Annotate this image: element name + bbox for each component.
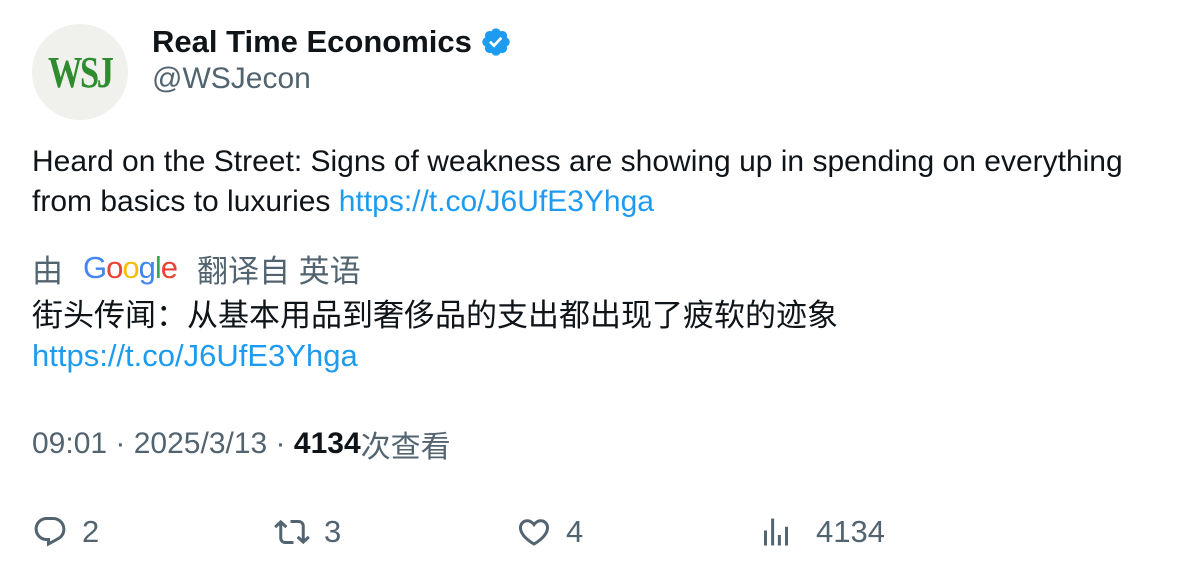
action-bar: 2 3 4 4134: [32, 508, 1172, 556]
translation-source-language: 翻译自 英语: [197, 253, 361, 289]
tweet-card: WSJ Real Time Economics @WSJecon Heard o…: [0, 0, 1196, 578]
meta-separator: ·: [107, 427, 134, 460]
reply-icon: [34, 517, 66, 547]
views-action-count: 4134: [816, 514, 885, 549]
author-name-row: Real Time Economics: [152, 22, 512, 62]
author-display-name[interactable]: Real Time Economics: [152, 24, 472, 60]
avatar-logo-text: WSJ: [48, 47, 114, 97]
analytics-icon: [764, 518, 788, 546]
tweet-date[interactable]: 2025/3/13: [134, 427, 267, 461]
avatar[interactable]: WSJ: [32, 24, 128, 120]
heart-icon: [518, 519, 550, 546]
like-count: 4: [566, 514, 584, 549]
retweet-button[interactable]: 3: [274, 508, 341, 556]
tweet-time[interactable]: 09:01: [32, 427, 107, 461]
tweet-meta: 09:01 · 2025/3/13 · 4134 次查看: [32, 424, 451, 464]
like-button[interactable]: 4: [516, 508, 583, 556]
views-label: 次查看: [360, 431, 451, 464]
views-button[interactable]: 4134: [758, 508, 885, 556]
verified-badge-icon: [482, 28, 510, 56]
views-count: 4134: [293, 427, 361, 460]
author-handle[interactable]: @WSJecon: [152, 62, 311, 96]
translation-attribution: 由 Google 翻译自 英语: [32, 248, 361, 289]
tweet-text: Heard on the Street: Signs of weakness a…: [32, 142, 1152, 222]
translated-text: 街头传闻：从基本用品到奢侈品的支出都出现了疲软的迹象 https://t.co/…: [32, 296, 1152, 376]
meta-separator: ·: [267, 427, 294, 460]
translated-link[interactable]: https://t.co/J6UfE3Yhga: [32, 338, 358, 373]
tweet-link[interactable]: https://t.co/J6UfE3Yhga: [339, 185, 654, 218]
retweet-icon: [274, 519, 310, 545]
retweet-count: 3: [324, 514, 342, 549]
reply-count: 2: [82, 514, 100, 549]
reply-button[interactable]: 2: [32, 508, 99, 556]
google-logo-icon: Google: [83, 250, 178, 285]
translated-body: 街头传闻：从基本用品到奢侈品的支出都出现了疲软的迹象: [32, 298, 838, 333]
translation-prefix: 由: [32, 253, 63, 289]
